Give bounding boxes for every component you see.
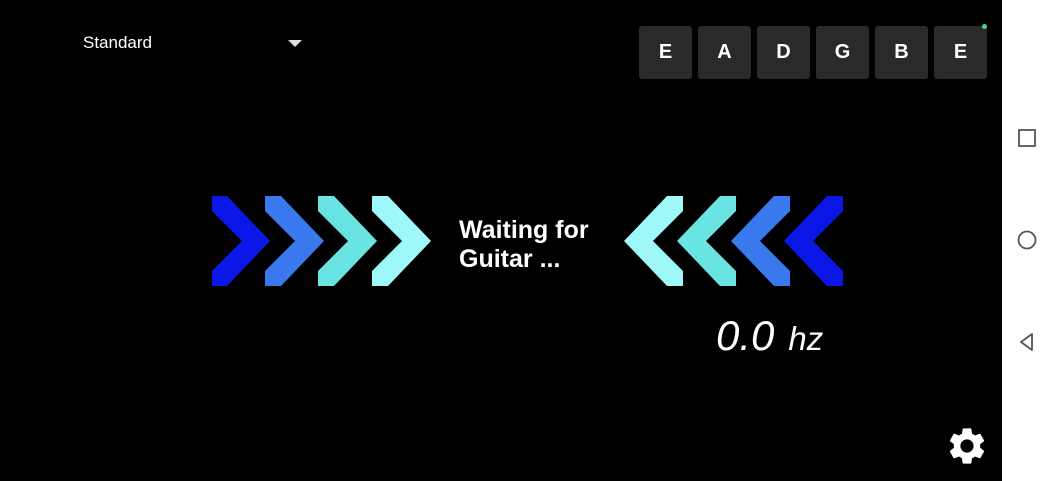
chevron-left-icon bbox=[731, 196, 790, 286]
flat-indicator-chevrons bbox=[212, 196, 431, 286]
string-button-a[interactable]: A bbox=[698, 26, 751, 79]
string-button-g[interactable]: G bbox=[816, 26, 869, 79]
chevron-left-icon bbox=[624, 196, 683, 286]
gear-icon[interactable] bbox=[945, 424, 989, 468]
triangle-back-icon[interactable] bbox=[1016, 331, 1038, 353]
string-button-d[interactable]: D bbox=[757, 26, 810, 79]
chevron-right-icon bbox=[212, 196, 270, 286]
caret-down-icon bbox=[288, 39, 302, 47]
frequency-readout: 0.0 hz bbox=[716, 312, 823, 360]
frequency-value: 0.0 bbox=[716, 312, 775, 359]
frequency-unit: hz bbox=[788, 320, 824, 357]
string-selector: E A D G B E bbox=[639, 26, 987, 79]
tuner-status: Waiting for Guitar ... bbox=[459, 216, 629, 274]
tuner-app: Standard E A D G B E Waiting for Guitar … bbox=[0, 0, 1002, 481]
chevron-right-icon bbox=[265, 196, 324, 286]
status-dot bbox=[982, 24, 987, 29]
chevron-left-icon bbox=[784, 196, 843, 286]
tuning-dropdown-value: Standard bbox=[83, 33, 152, 52]
string-button-e-low[interactable]: E bbox=[639, 26, 692, 79]
android-nav-bar bbox=[1002, 0, 1052, 481]
chevron-right-icon bbox=[318, 196, 377, 286]
chevron-right-icon bbox=[372, 196, 431, 286]
string-button-b[interactable]: B bbox=[875, 26, 928, 79]
circle-icon[interactable] bbox=[1016, 229, 1038, 251]
chevron-left-icon bbox=[677, 196, 736, 286]
status-line-2: Guitar ... bbox=[459, 245, 561, 273]
square-icon[interactable] bbox=[1016, 127, 1038, 149]
status-line-1: Waiting for bbox=[459, 216, 589, 244]
sharp-indicator-chevrons bbox=[624, 196, 843, 286]
string-button-e-high[interactable]: E bbox=[934, 26, 987, 79]
tuning-dropdown[interactable]: Standard bbox=[83, 28, 308, 58]
